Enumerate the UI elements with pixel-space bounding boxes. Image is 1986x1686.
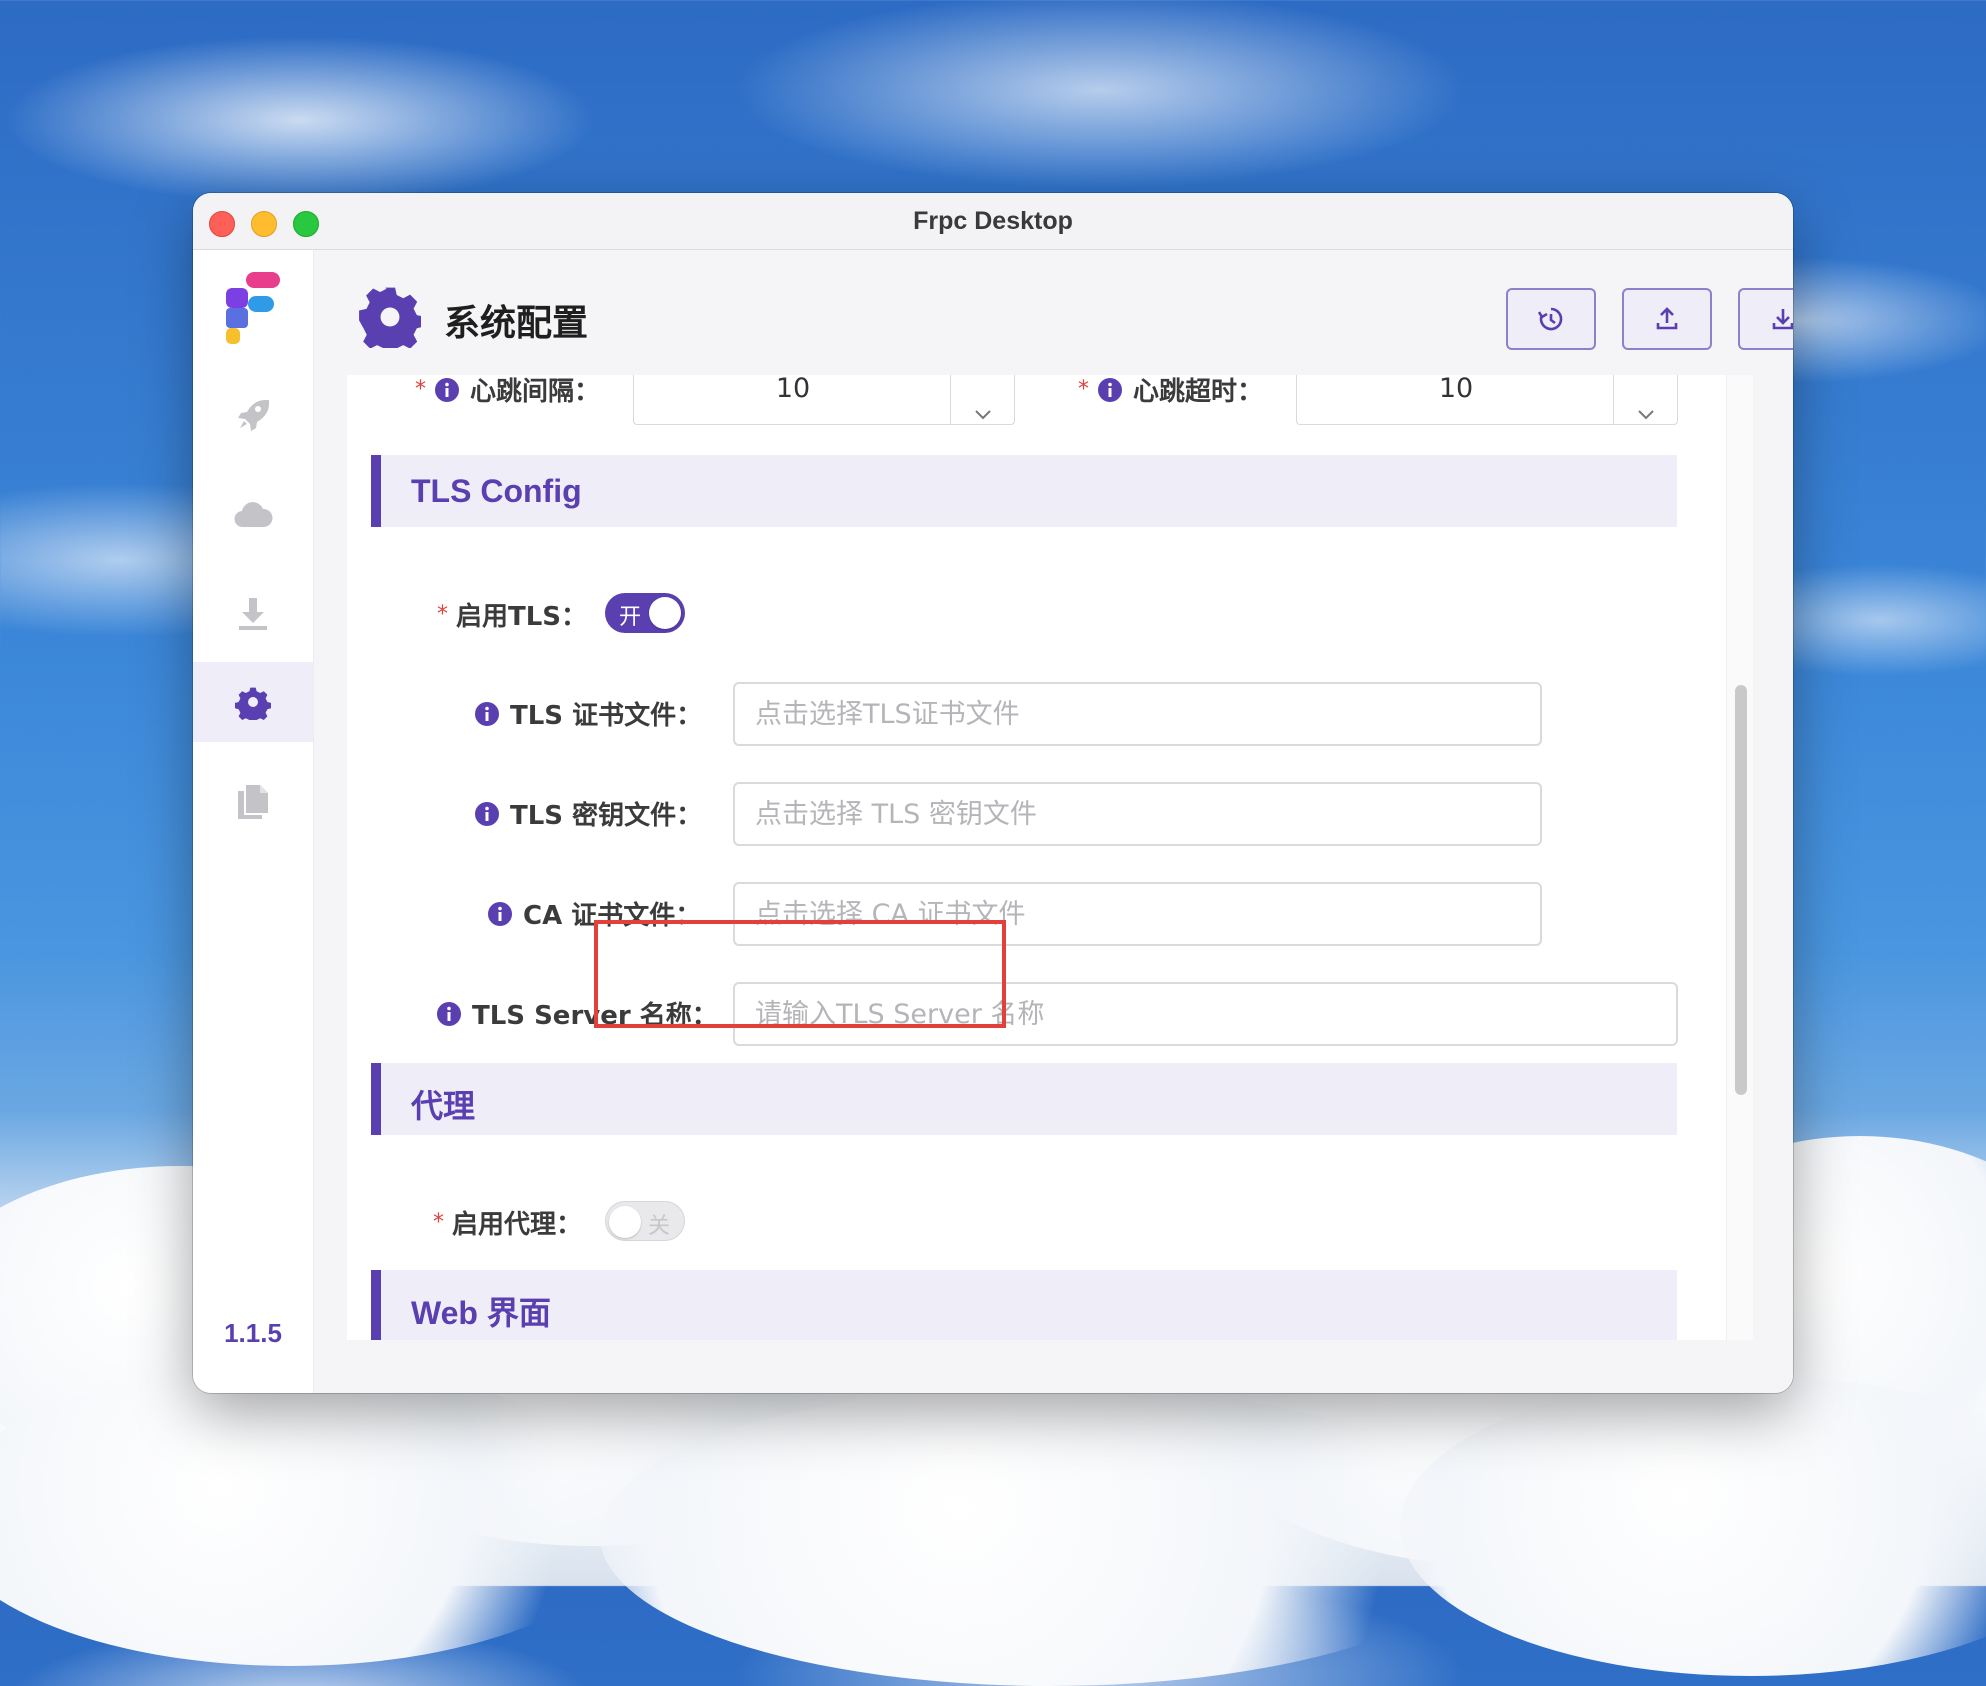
minimize-window-button[interactable] (251, 211, 277, 237)
gear-icon (235, 687, 271, 720)
history-icon (1538, 307, 1563, 331)
cloud-icon (234, 502, 273, 528)
sidebar-item-launch[interactable] (193, 374, 313, 454)
scrollbar[interactable] (1726, 375, 1753, 1340)
app-window: Frpc Desktop 1.1.5 系统配置 * 心跳间隔： 10 * 心跳超… (193, 193, 1793, 1393)
download-icon (1772, 309, 1793, 330)
sidebar: 1.1.5 (193, 250, 314, 1393)
info-icon (437, 1001, 461, 1026)
info-icon (435, 377, 459, 402)
highlight-box (594, 920, 1006, 1028)
enable-proxy-toggle[interactable]: 关 (605, 1201, 685, 1241)
upload-icon (1656, 307, 1678, 330)
chevron-down-icon[interactable] (950, 375, 1014, 424)
tls-key-file-input[interactable] (733, 782, 1542, 846)
sidebar-item-server[interactable] (193, 474, 313, 554)
section-proxy: 代理 (371, 1063, 1677, 1135)
reset-config-button[interactable] (1506, 288, 1596, 350)
info-icon (1098, 377, 1122, 402)
settings-form: * 心跳间隔： 10 * 心跳超时： 10 TLS Config * 启用TLS… (347, 375, 1753, 1340)
enable-tls-toggle[interactable]: 开 (605, 593, 685, 633)
tls-cert-label: TLS 证书文件： (474, 695, 702, 732)
close-window-button[interactable] (209, 211, 235, 237)
main-content: 系统配置 * 心跳间隔： 10 * 心跳超时： 10 TLS Config * … (314, 250, 1793, 1393)
title-bar: Frpc Desktop (193, 193, 1793, 250)
chevron-down-icon[interactable] (1613, 375, 1677, 424)
settings-gear-icon (359, 287, 421, 348)
sidebar-item-settings[interactable] (193, 662, 313, 742)
info-icon (488, 901, 512, 926)
window-title: Frpc Desktop (913, 206, 1073, 235)
sidebar-item-logs[interactable] (193, 762, 313, 842)
app-logo-icon (226, 272, 280, 344)
document-icon (238, 785, 268, 819)
app-version: 1.1.5 (224, 1318, 282, 1348)
enable-proxy-label: * 启用代理： (433, 1210, 583, 1240)
info-icon (475, 701, 499, 726)
download-icon (239, 598, 267, 630)
export-config-button[interactable] (1622, 288, 1712, 350)
import-config-button[interactable] (1738, 288, 1793, 350)
maximize-window-button[interactable] (293, 211, 319, 237)
page-title: 系统配置 (444, 303, 589, 344)
heartbeat-interval-label: * 心跳间隔： (415, 377, 601, 407)
heartbeat-timeout-label: * 心跳超时： (1078, 377, 1264, 407)
section-tls-config: TLS Config (371, 455, 1677, 527)
heartbeat-interval-input[interactable]: 10 (633, 375, 1015, 425)
window-controls (209, 211, 319, 237)
section-web-ui: Web 界面 (371, 1270, 1677, 1340)
info-icon (475, 801, 499, 826)
sidebar-item-download[interactable] (193, 574, 313, 654)
tls-key-label: TLS 密钥文件： (474, 795, 702, 832)
rocket-icon (238, 400, 269, 431)
enable-tls-label: * 启用TLS： (437, 602, 588, 632)
tls-cert-file-input[interactable] (733, 682, 1542, 746)
page-header: 系统配置 (314, 250, 1793, 375)
heartbeat-timeout-input[interactable]: 10 (1296, 375, 1678, 425)
scrollbar-thumb[interactable] (1735, 685, 1747, 1095)
